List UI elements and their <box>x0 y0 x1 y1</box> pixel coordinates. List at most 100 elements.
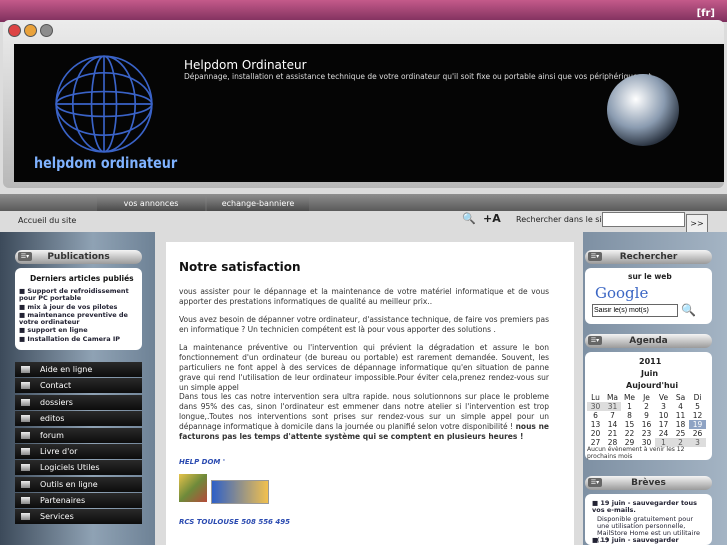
calendar-month[interactable]: Juin <box>641 369 658 378</box>
site-search-input[interactable] <box>602 212 685 227</box>
menu-bullet-icon <box>21 382 30 389</box>
weekday: Sa <box>675 393 686 402</box>
calendar-day[interactable]: 15 <box>621 420 638 429</box>
calendar-day[interactable]: 1 <box>621 402 638 411</box>
breve-link[interactable]: ■ 19 juin - sauvegarder <box>592 537 702 544</box>
breve-link[interactable]: ■ 19 juin - sauvegarder tous vos e-mails… <box>592 500 702 514</box>
menu-toggle-icon[interactable]: ☰▾ <box>588 336 602 345</box>
calendar-week: 6 7 8 9 10 11 12 <box>587 411 706 420</box>
menu-item-aide[interactable]: Aide en ligne <box>15 362 142 377</box>
nav-tab-echange-banniere[interactable]: echange-banniere <box>207 196 309 211</box>
menu-item-logiciels[interactable]: Logiciels Utiles <box>15 460 142 475</box>
calendar-day[interactable]: 4 <box>672 402 689 411</box>
breves-header: ☰▾ Brèves <box>585 476 712 490</box>
calendar-day[interactable]: 24 <box>655 429 672 438</box>
close-dot-icon[interactable] <box>8 24 21 37</box>
menu-bullet-icon <box>21 481 30 488</box>
calendar-day-today[interactable]: 19 <box>689 420 706 429</box>
breves-title: Brèves <box>631 478 666 488</box>
article-link[interactable]: ■ Installation de Camera IP <box>19 336 120 343</box>
calendar-day[interactable]: 23 <box>638 429 655 438</box>
menu-item-editos[interactable]: editos <box>15 411 142 426</box>
paragraph: La maintenance préventive ou l'intervent… <box>179 343 549 392</box>
weekday: Ma <box>606 393 619 402</box>
internet-globe-icon <box>607 74 679 146</box>
zoom-out-icon[interactable]: 🔍 <box>462 212 478 228</box>
calendar-day[interactable]: 2 <box>638 402 655 411</box>
menu-bullet-icon <box>21 513 30 520</box>
google-search-input[interactable] <box>592 304 678 317</box>
top-bar: [fr] <box>0 0 727 22</box>
calendar-day[interactable]: 25 <box>672 429 689 438</box>
calendar-day[interactable]: 9 <box>638 411 655 420</box>
language-link[interactable]: [fr] <box>697 8 715 19</box>
search-panel-header: ☰▾ Rechercher <box>585 250 712 264</box>
calendar-day[interactable]: 22 <box>621 429 638 438</box>
calendar-day[interactable]: 10 <box>655 411 672 420</box>
calendar-day[interactable]: 11 <box>672 411 689 420</box>
calendar-year[interactable]: 2011 <box>639 357 661 366</box>
article-link[interactable]: ■ Support de refroidissement pour PC por… <box>19 288 137 302</box>
weekday: Me <box>623 393 636 402</box>
publications-header: ☰▾ Publications <box>15 250 142 264</box>
menu-bullet-icon <box>21 415 30 422</box>
nav-tab-annonces[interactable]: vos annonces <box>97 196 205 211</box>
menu-item-outils[interactable]: Outils en ligne <box>15 477 142 492</box>
menu-item-contact[interactable]: Contact <box>15 378 142 393</box>
zoom-in-icon[interactable]: +A <box>483 212 501 228</box>
menu-bullet-icon <box>21 464 30 471</box>
article-link[interactable]: ■ maintenance preventive de votre ordina… <box>19 312 137 326</box>
calendar-day[interactable]: 12 <box>689 411 706 420</box>
calendar-day[interactable]: 8 <box>621 411 638 420</box>
wireframe-globe-icon <box>55 55 153 153</box>
menu-bullet-icon <box>21 399 30 406</box>
article-link[interactable]: ■ support en ligne <box>19 327 88 334</box>
breadcrumb[interactable]: Accueil du site <box>18 216 76 225</box>
menu-item-partenaires[interactable]: Partenaires <box>15 493 142 508</box>
menu-toggle-icon[interactable]: ☰▾ <box>588 252 602 261</box>
rcs-number: RCS TOULOUSE 508 556 495 <box>179 518 290 526</box>
page-title: Notre satisfaction <box>179 260 301 274</box>
calendar-day[interactable]: 20 <box>587 429 604 438</box>
calendar-day[interactable]: 16 <box>638 420 655 429</box>
calendar-day[interactable]: 5 <box>689 402 706 411</box>
menu-item-dossiers[interactable]: dossiers <box>15 395 142 410</box>
calendar-week: 20 21 22 23 24 25 26 <box>587 429 706 438</box>
menu-bullet-icon <box>21 432 30 439</box>
calendar-weekdays: Lu Ma Me Je Ve Sa Di <box>587 393 706 402</box>
calendar-today[interactable]: Aujourd'hui <box>626 381 678 390</box>
mascot-image <box>179 474 207 502</box>
site-title: Helpdom Ordinateur <box>184 58 307 72</box>
menu-item-forum[interactable]: forum <box>15 428 142 443</box>
menu-item-services[interactable]: Services <box>15 509 142 524</box>
paragraph-text: Dans tous les cas notre intervention ser… <box>179 392 549 431</box>
menu-toggle-icon[interactable]: ☰▾ <box>18 252 32 261</box>
logo-text[interactable]: helpdom ordinateur <box>34 154 177 172</box>
maximize-dot-icon[interactable] <box>40 24 53 37</box>
google-logo: Google <box>595 284 649 302</box>
calendar-day[interactable]: 13 <box>587 420 604 429</box>
calendar-day[interactable]: 6 <box>587 411 604 420</box>
agenda-title: Agenda <box>629 336 668 346</box>
site-search-button[interactable]: >> <box>686 214 708 233</box>
minimize-dot-icon[interactable] <box>24 24 37 37</box>
calendar-day[interactable]: 21 <box>604 429 621 438</box>
helpdom-logo-image <box>211 480 269 504</box>
menu-toggle-icon[interactable]: ☰▾ <box>588 478 602 487</box>
search-panel-title: Rechercher <box>619 252 678 262</box>
calendar-day[interactable]: 31 <box>604 402 621 411</box>
menu-item-livre-dor[interactable]: Livre d'or <box>15 444 142 459</box>
calendar-day[interactable]: 18 <box>672 420 689 429</box>
search-label: Rechercher dans le site <box>516 215 610 224</box>
calendar-day[interactable]: 26 <box>689 429 706 438</box>
article-link[interactable]: ■ mix à jour de vos pilotes <box>19 304 117 311</box>
calendar-day[interactable]: 17 <box>655 420 672 429</box>
calendar-day[interactable]: 30 <box>587 402 604 411</box>
calendar-day[interactable]: 14 <box>604 420 621 429</box>
weekday: Lu <box>591 393 600 402</box>
calendar-day[interactable]: 7 <box>604 411 621 420</box>
search-icon[interactable]: 🔍 <box>681 303 696 317</box>
calendar-day[interactable]: 3 <box>655 402 672 411</box>
latest-articles-title: Derniers articles publiés <box>30 274 134 283</box>
paragraph: Vous avez besoin de dépanner votre ordin… <box>179 315 549 334</box>
